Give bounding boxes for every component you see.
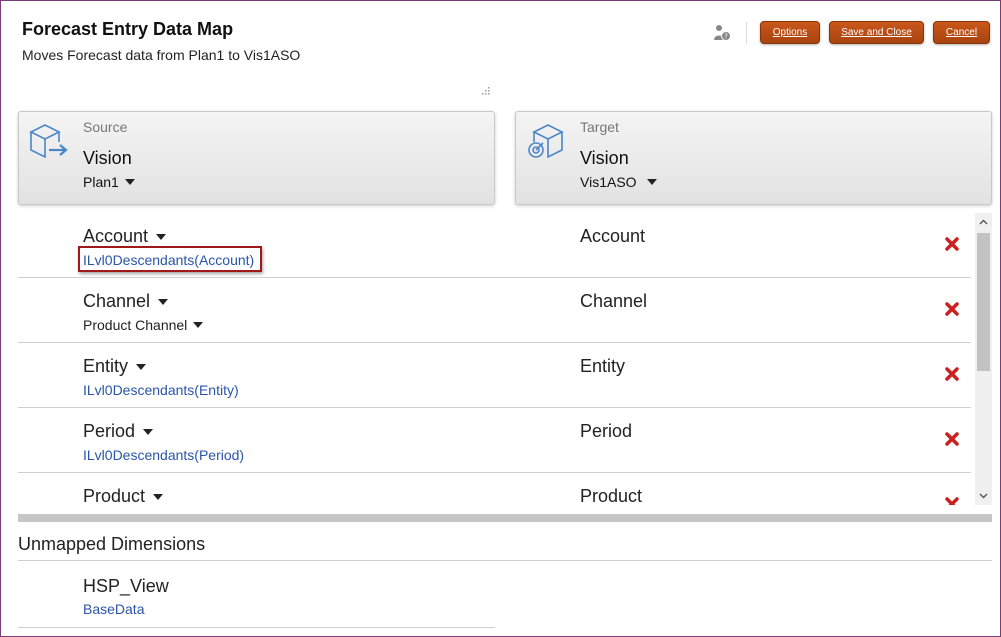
target-cube-value: Vis1ASO [580, 174, 637, 190]
source-app-name: Vision [83, 148, 132, 168]
source-cube-value: Plan1 [83, 174, 119, 190]
source-member-link[interactable]: ILvl0Descendants(Account) [83, 252, 254, 268]
source-dimension-select[interactable]: Channel [83, 291, 169, 312]
source-dimension-select[interactable]: Period [83, 421, 154, 442]
source-member-select[interactable]: Product Channel [83, 317, 204, 333]
source-member-link[interactable]: ILvl0Descendants(Entity) [83, 382, 239, 398]
page-title: Forecast Entry Data Map [22, 19, 234, 39]
toolbar-divider [746, 22, 747, 44]
chevron-down-icon [153, 493, 164, 500]
chevron-down-icon [124, 179, 135, 185]
target-cube-select[interactable]: Vis1ASO [580, 174, 657, 190]
source-member-link[interactable]: ILvl0Descendants(Period) [83, 447, 244, 463]
delete-icon[interactable] [944, 496, 960, 505]
unmapped-dimensions-heading: Unmapped Dimensions [18, 534, 206, 554]
target-panel: Target Vision Vis1ASO [515, 111, 992, 205]
divider [18, 560, 992, 561]
chevron-down-icon[interactable] [979, 491, 988, 500]
chevron-down-icon [143, 428, 154, 435]
user-help-icon[interactable]: ? [713, 24, 731, 42]
source-dimension-select[interactable]: Account [83, 226, 167, 247]
svg-text:?: ? [724, 33, 728, 41]
vertical-scrollbar[interactable] [975, 213, 992, 505]
delete-icon[interactable] [944, 236, 960, 252]
save-and-close-button[interactable]: Save and Close [829, 21, 924, 44]
target-dimension: Entity [580, 356, 626, 376]
resize-grip-icon[interactable] [481, 86, 490, 95]
target-label: Target [580, 119, 619, 135]
target-dimension: Period [580, 421, 633, 441]
scrollbar-thumb[interactable] [977, 233, 990, 371]
cube-target-icon [528, 124, 564, 159]
options-button[interactable]: Options [760, 21, 820, 44]
target-dimension: Product [580, 486, 643, 505]
source-panel: Source Vision Plan1 [18, 111, 495, 205]
mapping-row-account: Account ILvl0Descendants(Account) Accoun… [18, 213, 971, 278]
source-cube-select[interactable]: Plan1 [83, 174, 135, 190]
target-app-name: Vision [580, 148, 629, 168]
mapping-grid: Account ILvl0Descendants(Account) Accoun… [18, 213, 971, 505]
source-label: Source [83, 119, 128, 135]
mapping-row-channel: Channel Product Channel Channel [18, 278, 971, 343]
source-dimension-select[interactable]: Entity [83, 356, 147, 377]
cube-export-icon [29, 124, 68, 159]
target-dimension: Account [580, 226, 646, 246]
chevron-down-icon [156, 233, 167, 240]
delete-icon[interactable] [944, 366, 960, 382]
mapping-row-entity: Entity ILvl0Descendants(Entity) Entity [18, 343, 971, 408]
delete-icon[interactable] [944, 301, 960, 317]
mapping-row-period: Period ILvl0Descendants(Period) Period [18, 408, 971, 473]
chevron-down-icon [136, 363, 147, 370]
chevron-down-icon [193, 322, 204, 328]
page-subtitle: Moves Forecast data from Plan1 to Vis1AS… [22, 47, 301, 63]
unmapped-dimension-name: HSP_View [83, 576, 169, 596]
chevron-down-icon [158, 298, 169, 305]
mapping-row-product: Product Product [18, 473, 971, 505]
chevron-down-icon [646, 179, 657, 185]
source-dimension-select[interactable]: Product [83, 486, 164, 505]
target-dimension: Channel [580, 291, 648, 311]
unmapped-member-link[interactable]: BaseData [83, 601, 144, 617]
delete-icon[interactable] [944, 431, 960, 447]
cancel-button[interactable]: Cancel [933, 21, 990, 44]
horizontal-splitter[interactable] [18, 514, 992, 522]
chevron-up-icon[interactable] [979, 218, 988, 227]
divider [18, 627, 495, 628]
